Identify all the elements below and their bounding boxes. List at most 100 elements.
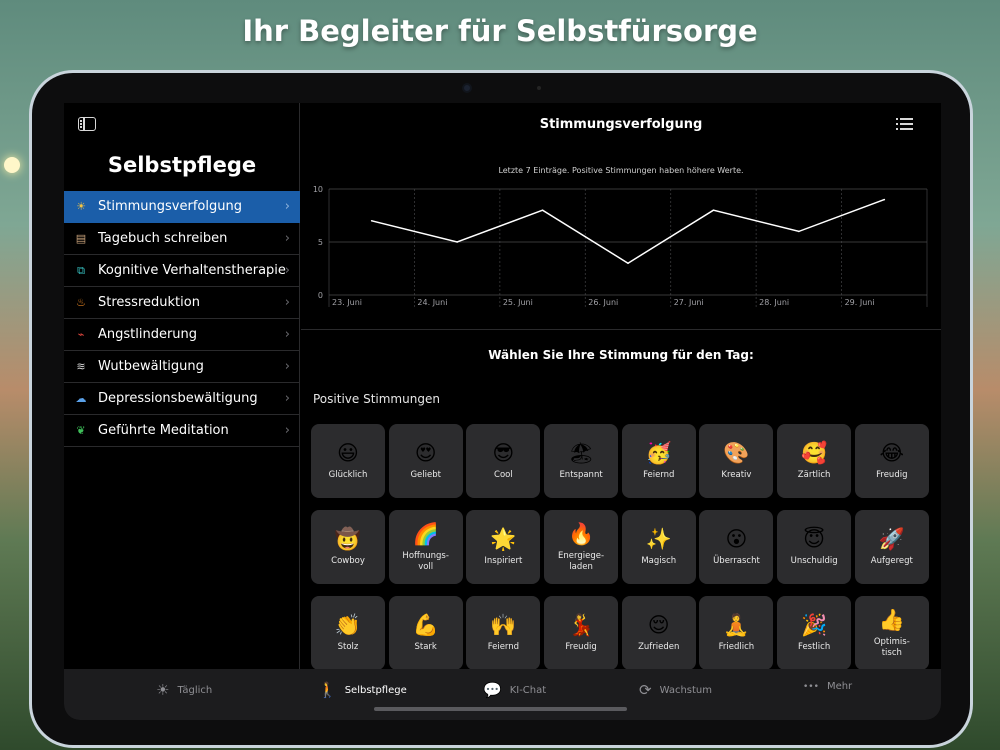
mood-button[interactable]: 🥳 Feiernd xyxy=(621,424,696,498)
sidebar-item-label: Wutbewältigung xyxy=(98,359,204,374)
chart-data-point xyxy=(883,198,886,201)
chart-x-tick-label: 25. Juni xyxy=(503,298,533,307)
chart-y-tick-label: 0 xyxy=(318,291,323,300)
mood-button[interactable]: 🥰 Zärtlich xyxy=(777,424,852,498)
mood-label: Zärtlich xyxy=(797,470,831,480)
mood-button[interactable]: 👍 Optimis- tisch xyxy=(854,596,929,670)
mood-button[interactable]: 😂 Freudig xyxy=(854,424,929,498)
chart-x-tick-label: 29. Juni xyxy=(845,298,875,307)
sidebar-item-tagebuch-schreiben[interactable]: ▤ Tagebuch schreiben › xyxy=(64,223,300,255)
mood-button[interactable]: 🏖 Entspannt xyxy=(544,424,619,498)
mood-button[interactable]: 🚀 Aufgeregt xyxy=(854,510,929,584)
sidebar-item-geführte-meditation[interactable]: ❦ Geführte Meditation › xyxy=(64,415,300,447)
mood-emoji-icon: 🎉 xyxy=(801,613,828,637)
sunrise-icon: ☀ xyxy=(156,681,170,699)
mood-label: Glücklich xyxy=(328,470,368,480)
sidebar-item-stressreduktion[interactable]: ♨ Stressreduktion › xyxy=(64,287,300,319)
sidebar-item-label: Depressionsbewältigung xyxy=(98,391,258,406)
mood-emoji-icon: 🔥 xyxy=(567,521,595,546)
mood-button[interactable]: 😇 Unschuldig xyxy=(777,510,852,584)
mood-button[interactable]: 🔥 Energiege- laden xyxy=(544,510,619,584)
sidebar-toggle-icon[interactable] xyxy=(78,117,96,131)
mood-emoji-icon: 😮 xyxy=(725,527,748,551)
mood-button[interactable]: 🌈 Hoffnungs- voll xyxy=(388,510,463,584)
mood-button[interactable]: 🧘 Friedlich xyxy=(699,596,774,670)
mood-label: Stolz xyxy=(337,642,359,652)
chevron-right-icon: › xyxy=(284,199,290,214)
chevron-right-icon: › xyxy=(284,231,290,246)
mood-button[interactable]: 💃 Freudig xyxy=(544,596,619,670)
mood-button[interactable]: 🎨 Kreativ xyxy=(699,424,774,498)
flame-icon: ♨ xyxy=(76,296,86,309)
section-label-positive: Positive Stimmungen xyxy=(313,392,440,406)
notebook-icon: ▤ xyxy=(75,232,87,245)
mood-button[interactable]: 🙌 Feiernd xyxy=(466,596,541,670)
sidebar-item-kognitive-verhaltenstherapie[interactable]: ⧉ Kognitive Verhaltenstherapie › xyxy=(64,255,300,287)
mood-emoji-icon: 🎨 xyxy=(723,441,750,465)
chart-data-point xyxy=(456,241,458,243)
mood-emoji-icon: 👍 xyxy=(878,607,905,632)
chart-x-tick-label: 26. Juni xyxy=(588,298,618,307)
mood-line-chart: 0 5 10 23. Juni 24. Juni 25. Juni 26. Juni 27. … xyxy=(313,185,928,307)
chart-x-tick-label: 27. Juni xyxy=(674,298,704,307)
mood-emoji-icon: 😎 xyxy=(492,441,515,465)
sidebar-nav: ☀ Stimmungsverfolgung › ▤ Tagebuch schreiben… xyxy=(64,191,300,447)
sidebar-item-angstlinderung[interactable]: ⌁ Angstlinderung › xyxy=(64,319,300,351)
growth-cycle-icon: ⟳ xyxy=(639,681,652,699)
mood-button[interactable]: 😌 Zufrieden xyxy=(621,596,696,670)
sidebar-item-depressionsbewältigung[interactable]: ☁ Depressionsbewältigung › xyxy=(64,383,300,415)
chart-data-point xyxy=(541,209,544,211)
mood-label: Hoffnungs- voll xyxy=(402,550,449,572)
chart-y-tick-label: 10 xyxy=(313,185,323,194)
tab-label: Täglich xyxy=(177,684,213,696)
mood-chart: 0 5 10 23. Juni 24. Juni 25. Juni 26. Juni 27. … xyxy=(309,185,939,311)
mood-button[interactable]: 🤠 Cowboy xyxy=(311,510,385,584)
mood-label: Kreativ xyxy=(721,470,752,480)
tab-täglich[interactable]: ☀ Täglich xyxy=(156,681,212,699)
tab-selbstpflege[interactable]: 🚶 Selbstpflege xyxy=(318,681,407,699)
mood-emoji-icon: 💪 xyxy=(412,613,439,637)
walking-person-icon: 🚶 xyxy=(318,681,337,699)
chevron-right-icon: › xyxy=(284,423,290,438)
tab-ki-chat[interactable]: 💬 KI-Chat xyxy=(483,681,546,699)
chevron-right-icon: › xyxy=(284,263,290,278)
ellipsis-icon: ••• xyxy=(803,681,819,692)
marketing-headline: Ihr Begleiter für Selbstfürsorge xyxy=(242,14,758,48)
sidebar-item-label: Stressreduktion xyxy=(98,295,200,310)
mood-label: Magisch xyxy=(641,556,677,566)
mood-label: Freudig xyxy=(565,642,597,652)
mood-button[interactable]: 🌟 Inspiriert xyxy=(466,510,541,584)
mood-button[interactable]: 💪 Stark xyxy=(388,596,463,670)
mood-button[interactable]: 🎉 Festlich xyxy=(777,596,852,670)
mood-button[interactable]: 😃 Glücklich xyxy=(311,424,385,498)
sidebar: Selbstpflege ☀ Stimmungsverfolgung › ▤ Tageb… xyxy=(64,103,300,669)
sidebar-item-label: Angstlinderung xyxy=(98,327,198,342)
tab-mehr[interactable]: ••• Mehr xyxy=(803,681,852,692)
tab-label: Selbstpflege xyxy=(344,684,407,696)
mood-emoji-icon: 😍 xyxy=(414,441,437,465)
sidebar-item-stimmungsverfolgung[interactable]: ☀ Stimmungsverfolgung › xyxy=(64,191,300,223)
mood-label: Energiege- laden xyxy=(558,550,605,572)
chevron-right-icon: › xyxy=(284,327,290,342)
mood-button[interactable]: 👏 Stolz xyxy=(311,596,385,670)
mood-label: Geliebt xyxy=(410,470,441,480)
chart-data-point xyxy=(712,209,715,211)
mood-button[interactable]: 😮 Überrascht xyxy=(699,510,774,584)
list-icon[interactable] xyxy=(896,118,913,130)
mood-emoji-icon: 🌈 xyxy=(412,521,439,546)
mood-emoji-icon: 😌 xyxy=(647,613,670,637)
mood-emoji-icon: 🙌 xyxy=(490,613,517,637)
mood-button[interactable]: 😎 Cool xyxy=(466,424,541,498)
mood-emoji-icon: 😂 xyxy=(879,441,905,465)
mood-button[interactable]: 😍 Geliebt xyxy=(388,424,463,498)
heartbeat-icon: ⌁ xyxy=(77,328,85,341)
mood-emoji-icon: 🧘 xyxy=(723,613,750,637)
chart-x-tick-label: 28. Juni xyxy=(759,298,789,307)
sun-icon: ☀ xyxy=(76,200,86,213)
tab-wachstum[interactable]: ⟳ Wachstum xyxy=(639,681,712,699)
chart-caption: Letzte 7 Einträge. Positive Stimmungen h… xyxy=(498,166,744,175)
sidebar-item-wutbewältigung[interactable]: ≋ Wutbewältigung › xyxy=(64,351,300,383)
tab-bar: ☀ Täglich 🚶 Selbstpflege 💬 KI-Chat ⟳ Wachstum ••… xyxy=(64,669,941,720)
mood-button[interactable]: ✨ Magisch xyxy=(621,510,696,584)
tablet-frame: Selbstpflege ☀ Stimmungsverfolgung › ▤ Tageb… xyxy=(29,70,973,748)
